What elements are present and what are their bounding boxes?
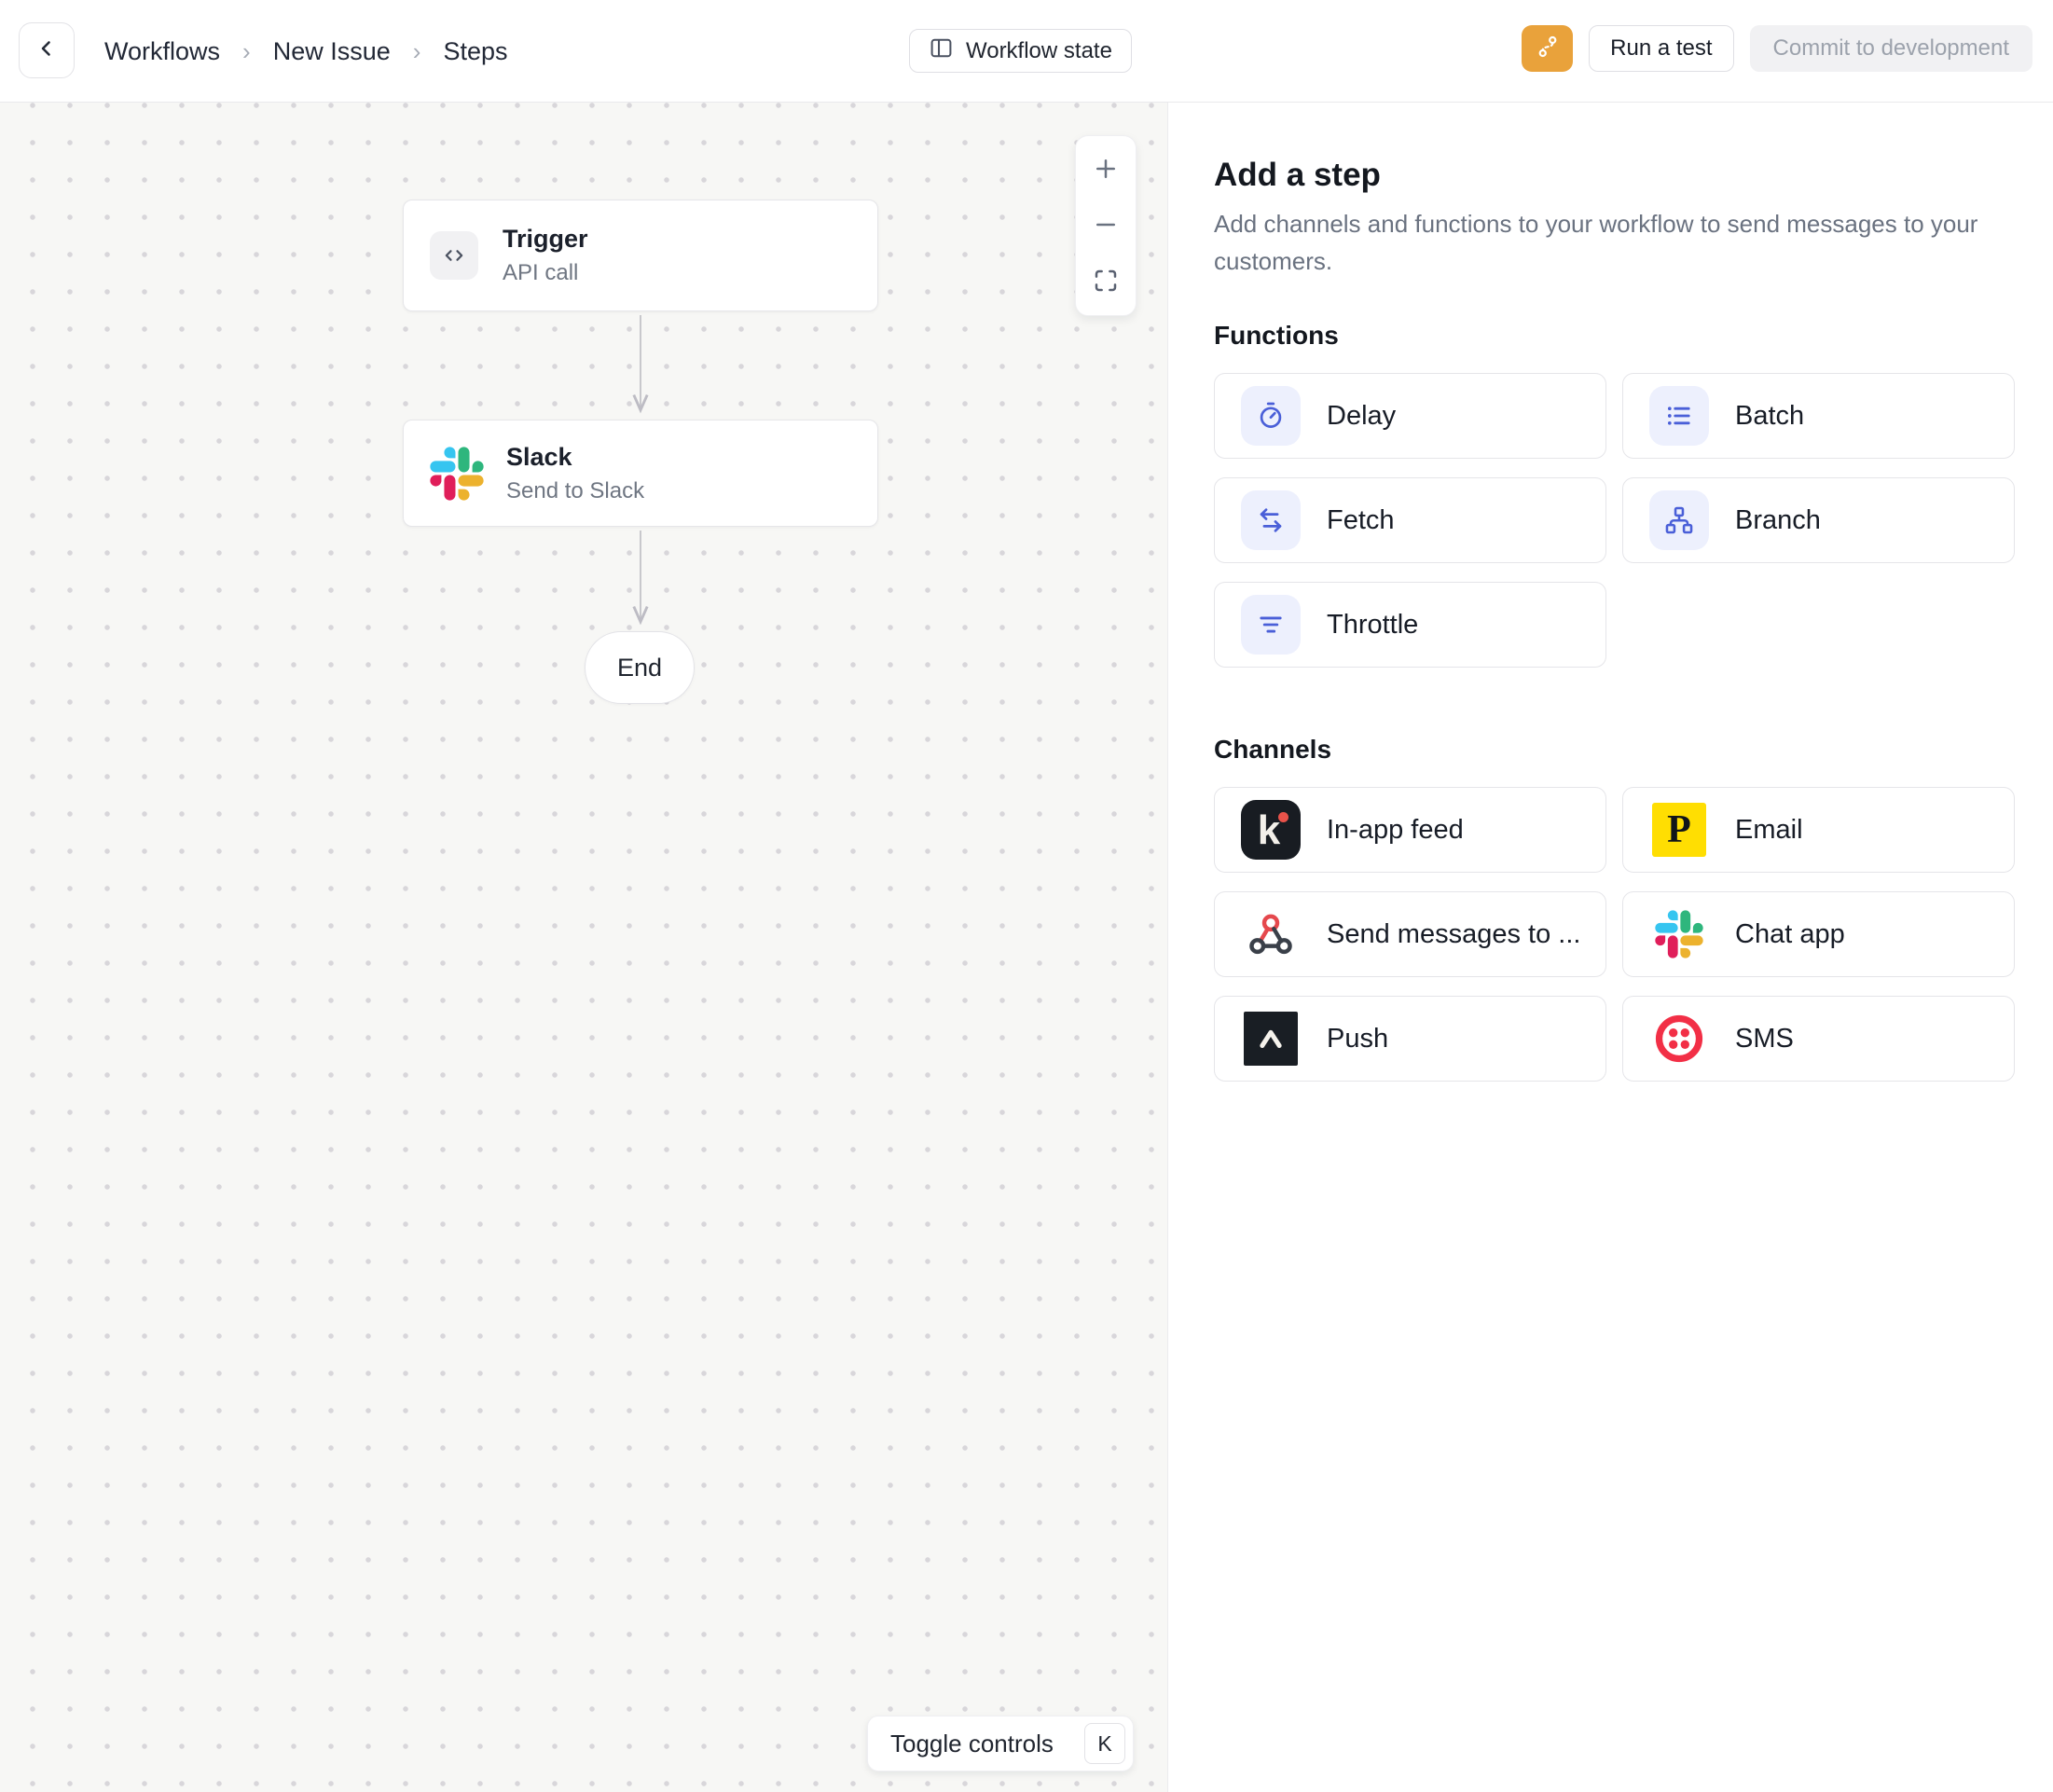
function-card-delay[interactable]: Delay xyxy=(1214,373,1606,459)
run-a-test-button[interactable]: Run a test xyxy=(1589,25,1733,72)
function-label: Delay xyxy=(1327,401,1396,432)
trigger-node[interactable]: Trigger API call xyxy=(403,200,878,311)
channel-label: Push xyxy=(1327,1024,1388,1055)
function-card-batch[interactable]: Batch xyxy=(1622,373,2015,459)
function-card-branch[interactable]: Branch xyxy=(1622,477,2015,563)
channel-card-sms[interactable]: SMS xyxy=(1622,996,2015,1082)
chevron-left-icon xyxy=(35,37,58,64)
workflow-state-button[interactable]: Workflow state xyxy=(909,29,1132,73)
minus-icon xyxy=(1092,211,1120,241)
channel-card-in-app-feed[interactable]: k In-app feed xyxy=(1214,787,1606,873)
zoom-out-button[interactable] xyxy=(1076,198,1136,254)
trigger-node-subtitle: API call xyxy=(503,260,588,286)
top-right-actions: Run a test Commit to development xyxy=(1522,25,2032,72)
breadcrumb-steps[interactable]: Steps xyxy=(443,37,507,66)
workflow-canvas[interactable]: Trigger API call Slack Send to Slack End xyxy=(0,103,1168,1792)
commit-to-development-button[interactable]: Commit to development xyxy=(1750,25,2032,72)
back-button[interactable] xyxy=(19,22,75,78)
slack-step-node[interactable]: Slack Send to Slack xyxy=(403,420,878,527)
channel-label: SMS xyxy=(1735,1024,1794,1055)
slack-logo xyxy=(430,447,484,501)
workflow-edges xyxy=(0,103,1168,1792)
swap-arrows-icon xyxy=(1241,490,1301,550)
code-brackets-icon xyxy=(430,231,478,280)
workflow-editor: Workflows › New Issue › Steps Workflow s… xyxy=(0,0,2053,1792)
function-label: Batch xyxy=(1735,401,1804,432)
plus-icon xyxy=(1092,155,1120,186)
channel-card-chat-app[interactable]: Chat app xyxy=(1622,891,2015,977)
slack-node-title: Slack xyxy=(506,443,644,472)
channels-grid: k In-app feed P Email xyxy=(1214,787,2016,1082)
panel-title: Add a step xyxy=(1214,157,2016,194)
end-node[interactable]: End xyxy=(585,631,695,704)
timer-icon xyxy=(1241,386,1301,446)
channel-label: Chat app xyxy=(1735,919,1845,950)
panel-description: Add channels and functions to your workf… xyxy=(1214,205,2016,280)
breadcrumb: Workflows › New Issue › Steps xyxy=(104,0,507,103)
function-label: Branch xyxy=(1735,505,1821,536)
workflow-state-label: Workflow state xyxy=(966,38,1112,64)
slack-logo xyxy=(1649,904,1709,964)
list-icon xyxy=(1649,386,1709,446)
keyboard-shortcut-badge: K xyxy=(1084,1723,1125,1764)
slack-node-subtitle: Send to Slack xyxy=(506,478,644,504)
funnel-lines-icon xyxy=(1241,595,1301,655)
function-card-fetch[interactable]: Fetch xyxy=(1214,477,1606,563)
add-step-panel: Add a step Add channels and functions to… xyxy=(1169,103,2053,1792)
canvas-zoom-controls xyxy=(1075,135,1137,316)
breadcrumb-separator: › xyxy=(413,37,421,66)
environment-branch-button[interactable] xyxy=(1522,25,1573,72)
channel-card-email[interactable]: P Email xyxy=(1622,787,2015,873)
webhook-icon xyxy=(1241,904,1301,964)
tree-icon xyxy=(1649,490,1709,550)
functions-heading: Functions xyxy=(1214,321,2016,351)
breadcrumb-new-issue[interactable]: New Issue xyxy=(273,37,391,66)
channel-label: In-app feed xyxy=(1327,815,1464,846)
channel-card-webhook[interactable]: Send messages to ... xyxy=(1214,891,1606,977)
top-bar: Workflows › New Issue › Steps Workflow s… xyxy=(0,0,2053,103)
zoom-in-button[interactable] xyxy=(1076,142,1136,198)
functions-grid: Delay Batch Fetch Branch xyxy=(1214,373,2016,668)
postmark-logo: P xyxy=(1649,800,1709,860)
function-card-throttle[interactable]: Throttle xyxy=(1214,582,1606,668)
slack-node-text: Slack Send to Slack xyxy=(506,443,644,504)
side-panel-icon xyxy=(929,35,954,67)
expo-logo xyxy=(1241,1009,1301,1068)
knock-logo: k xyxy=(1241,800,1301,860)
toggle-controls-button[interactable]: Toggle controls K xyxy=(867,1716,1134,1771)
channel-card-push[interactable]: Push xyxy=(1214,996,1606,1082)
breadcrumb-separator: › xyxy=(242,37,251,66)
channels-heading: Channels xyxy=(1214,735,2016,765)
fit-view-icon xyxy=(1092,267,1120,297)
trigger-node-title: Trigger xyxy=(503,225,588,254)
channel-label: Email xyxy=(1735,815,1803,846)
fit-view-button[interactable] xyxy=(1076,254,1136,310)
function-label: Throttle xyxy=(1327,610,1418,641)
channel-label: Send messages to ... xyxy=(1327,919,1580,950)
toggle-controls-label: Toggle controls xyxy=(890,1730,1054,1758)
trigger-node-text: Trigger API call xyxy=(503,225,588,286)
git-branch-icon xyxy=(1535,34,1561,64)
twilio-logo xyxy=(1649,1009,1709,1068)
breadcrumb-workflows[interactable]: Workflows xyxy=(104,37,220,66)
function-label: Fetch xyxy=(1327,505,1395,536)
